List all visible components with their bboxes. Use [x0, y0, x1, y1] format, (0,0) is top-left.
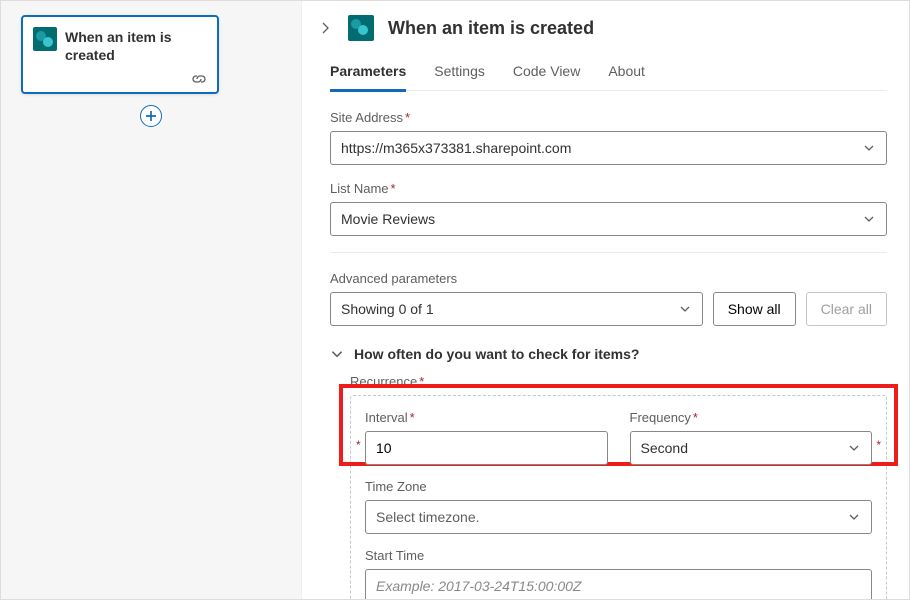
trigger-card[interactable]: When an item is created [21, 15, 219, 94]
panel-header: When an item is created [302, 13, 909, 43]
chevron-down-icon [862, 212, 876, 226]
advanced-parameters-label: Advanced parameters [330, 271, 703, 286]
panel-title: When an item is created [388, 18, 594, 39]
list-name-combo[interactable]: Movie Reviews [330, 202, 887, 236]
start-time-input[interactable] [365, 569, 872, 599]
sharepoint-icon [348, 15, 374, 41]
interval-label: Interval* [365, 410, 608, 425]
canvas-pane: When an item is created [1, 1, 301, 599]
site-address-field: Site Address* https://m365x373381.sharep… [330, 110, 887, 165]
timezone-field: Time Zone Select timezone. [365, 479, 872, 534]
chevron-down-icon [847, 510, 861, 524]
details-pane: When an item is created Parameters Setti… [301, 1, 909, 599]
frequency-value: Second [641, 440, 688, 456]
start-time-field: Start Time [365, 548, 872, 599]
timezone-combo[interactable]: Select timezone. [365, 500, 872, 534]
frequency-combo[interactable]: Second [630, 431, 873, 465]
site-address-value: https://m365x373381.sharepoint.com [341, 140, 571, 156]
app-root: When an item is created When an item is … [0, 0, 910, 600]
list-name-value: Movie Reviews [341, 211, 435, 227]
trigger-card-footer [23, 70, 217, 92]
clear-all-button: Clear all [806, 292, 887, 326]
advanced-parameters-combo[interactable]: Showing 0 of 1 [330, 292, 703, 326]
divider [330, 252, 887, 253]
tabs: Parameters Settings Code View About [302, 43, 909, 92]
site-address-label: Site Address* [330, 110, 887, 125]
start-time-label: Start Time [365, 548, 872, 563]
panel-body: Site Address* https://m365x373381.sharep… [302, 92, 909, 599]
tab-parameters[interactable]: Parameters [330, 63, 406, 91]
interval-field: * Interval* [365, 410, 608, 465]
trigger-card-title: When an item is created [65, 27, 207, 64]
advanced-parameters-summary: Showing 0 of 1 [341, 301, 434, 317]
timezone-placeholder: Select timezone. [376, 509, 480, 525]
chevron-down-icon [678, 302, 692, 316]
interval-frequency-row: * Interval* * Frequency* Second [365, 410, 872, 465]
section-heading[interactable]: How often do you want to check for items… [330, 346, 887, 362]
recurrence-wrapper: Recurrence* [350, 374, 887, 389]
advanced-parameters-row: Advanced parameters Showing 0 of 1 Show … [330, 271, 887, 326]
add-step-button[interactable] [140, 105, 162, 127]
tab-settings[interactable]: Settings [434, 63, 485, 91]
close-panel-chevron[interactable] [316, 19, 334, 37]
sharepoint-icon [33, 27, 57, 51]
recurrence-box: * Interval* * Frequency* Second [350, 395, 887, 599]
tab-about[interactable]: About [608, 63, 645, 91]
chevron-down-icon [847, 441, 861, 455]
add-step-wrapper [1, 105, 301, 127]
list-name-field: List Name* Movie Reviews [330, 181, 887, 236]
link-icon [191, 71, 207, 87]
section-heading-text: How often do you want to check for items… [354, 346, 639, 362]
chevron-down-icon [862, 141, 876, 155]
frequency-field: * Frequency* Second [630, 410, 873, 465]
trigger-card-inner: When an item is created [23, 17, 217, 70]
tab-code-view[interactable]: Code View [513, 63, 580, 91]
recurrence-label: Recurrence* [350, 374, 887, 389]
list-name-label: List Name* [330, 181, 887, 196]
timezone-label: Time Zone [365, 479, 872, 494]
site-address-combo[interactable]: https://m365x373381.sharepoint.com [330, 131, 887, 165]
show-all-button[interactable]: Show all [713, 292, 796, 326]
advanced-parameters-field: Advanced parameters Showing 0 of 1 [330, 271, 703, 326]
interval-input[interactable] [365, 431, 608, 465]
chevron-down-icon [330, 347, 344, 361]
frequency-label: Frequency* [630, 410, 873, 425]
